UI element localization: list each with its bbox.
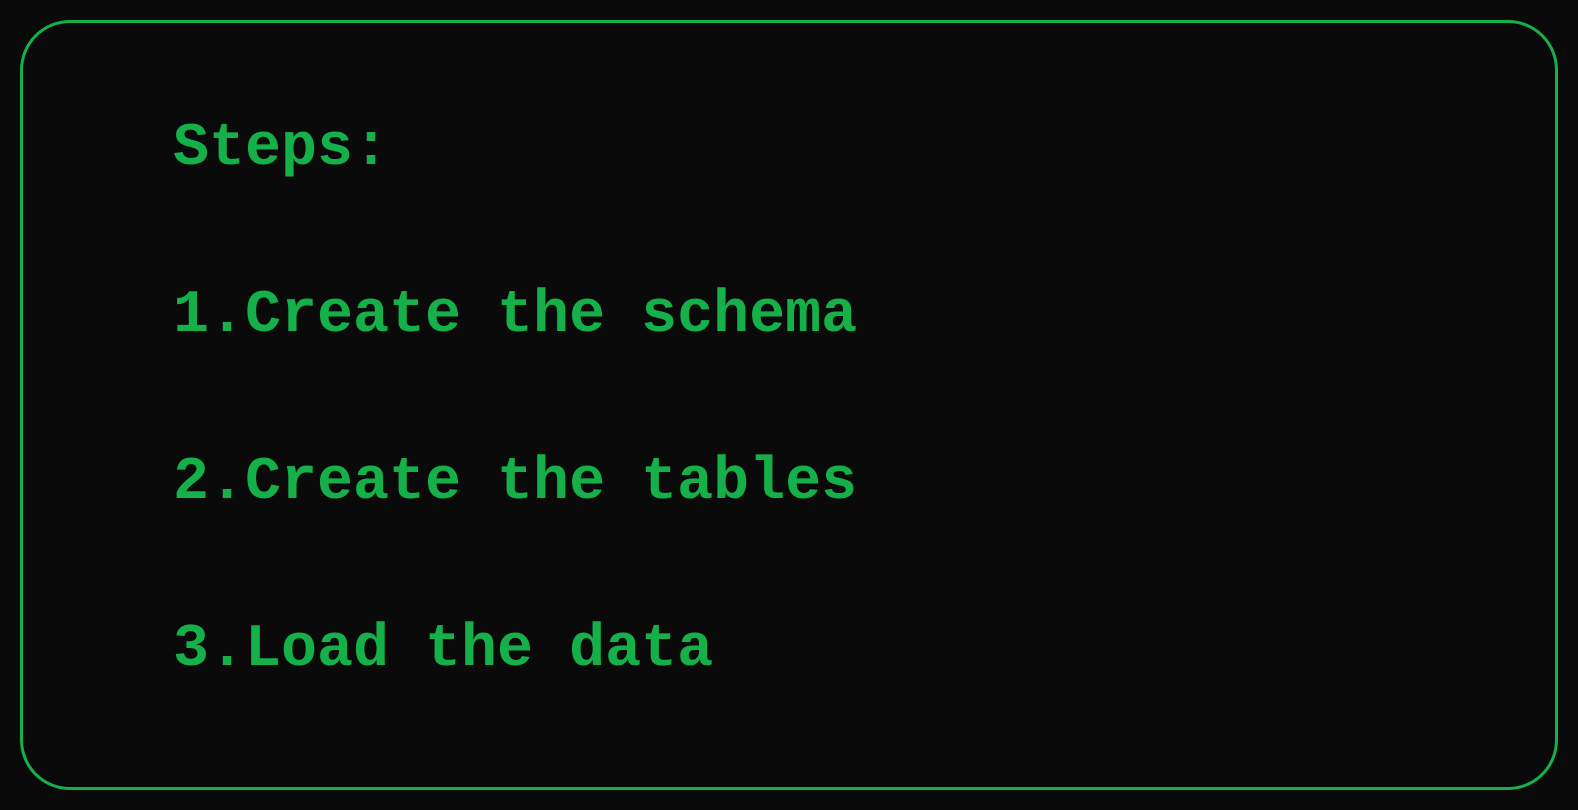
step-item: 2.Create the tables (173, 447, 1405, 519)
step-item: 1.Create the schema (173, 280, 1405, 352)
step-item: 3.Load the data (173, 614, 1405, 686)
steps-heading: Steps: (173, 113, 1405, 185)
terminal-box: Steps: 1.Create the schema 2.Create the … (20, 20, 1558, 790)
